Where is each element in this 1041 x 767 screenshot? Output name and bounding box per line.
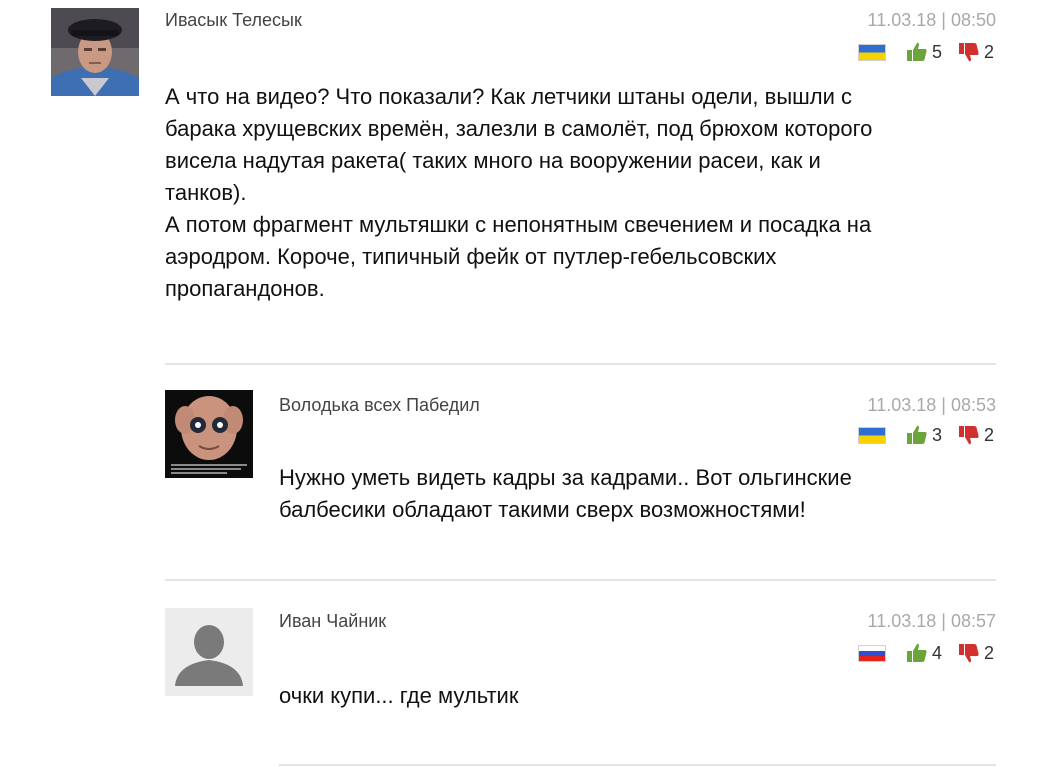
dislikes-count: 2 — [984, 41, 995, 62]
comment-divider — [165, 363, 996, 365]
comment-line: пропагандонов. — [165, 276, 325, 301]
comment-line: А потом фрагмент мультяшки с непонятным … — [165, 212, 872, 237]
comment-line: аэродром. Короче, типичный фейк от путле… — [165, 244, 777, 269]
comment-author[interactable]: Иван Чайник — [279, 611, 386, 632]
thumbs-down-icon[interactable] — [958, 424, 980, 446]
user-photo-avatar — [51, 8, 139, 96]
thumbs-up-icon[interactable] — [906, 41, 928, 63]
comment-line: балбесики обладают такими сверх возможно… — [279, 497, 806, 522]
comment-line: танков). — [165, 180, 247, 205]
user-photo-avatar — [165, 390, 253, 478]
comment-votes: 5 2 — [858, 41, 996, 63]
ukraine-flag-icon — [858, 426, 886, 444]
comment-text: очки купи... где мультик — [279, 680, 995, 712]
comment-votes: 3 2 — [858, 424, 996, 446]
dislikes-count: 2 — [984, 424, 995, 445]
likes-count: 5 — [932, 41, 943, 62]
likes-count: 4 — [932, 642, 943, 663]
comment-date: 11.03.18 | 08:50 — [867, 10, 996, 30]
comment-author[interactable]: Володька всех Пабедил — [279, 395, 480, 416]
likes-count: 3 — [932, 424, 943, 445]
thumbs-up-icon[interactable] — [906, 424, 928, 446]
ukraine-flag-icon — [858, 43, 886, 61]
comment-date: 11.03.18 | 08:57 — [867, 611, 996, 631]
comment-line: висела надутая ракета( таких много на во… — [165, 148, 821, 173]
comment-author[interactable]: Ивасык Телесык — [165, 10, 302, 31]
comment-line: А что на видео? Что показали? Как летчик… — [165, 84, 853, 109]
comment-text: А что на видео? Что показали? Как летчик… — [165, 81, 995, 305]
thumbs-down-icon[interactable] — [958, 642, 980, 664]
thumbs-up-icon[interactable] — [906, 642, 928, 664]
comment-divider — [165, 579, 996, 581]
comment-line: Нужно уметь видеть кадры за кадрами.. Во… — [279, 465, 852, 490]
thumbs-down-icon[interactable] — [958, 41, 980, 63]
comment-votes: 4 2 — [858, 642, 996, 664]
avatar[interactable] — [165, 390, 253, 478]
default-user-avatar-icon — [165, 608, 253, 696]
avatar[interactable] — [165, 608, 253, 696]
avatar[interactable] — [51, 8, 139, 96]
comment-divider — [279, 764, 996, 766]
comment-text: Нужно уметь видеть кадры за кадрами.. Во… — [279, 462, 995, 526]
dislikes-count: 2 — [984, 642, 995, 663]
comment-date: 11.03.18 | 08:53 — [867, 395, 996, 415]
comment-line: очки купи... где мультик — [279, 683, 519, 708]
russia-flag-icon — [858, 644, 886, 662]
comment-line: барака хрущевских времён, залезли в само… — [165, 116, 873, 141]
